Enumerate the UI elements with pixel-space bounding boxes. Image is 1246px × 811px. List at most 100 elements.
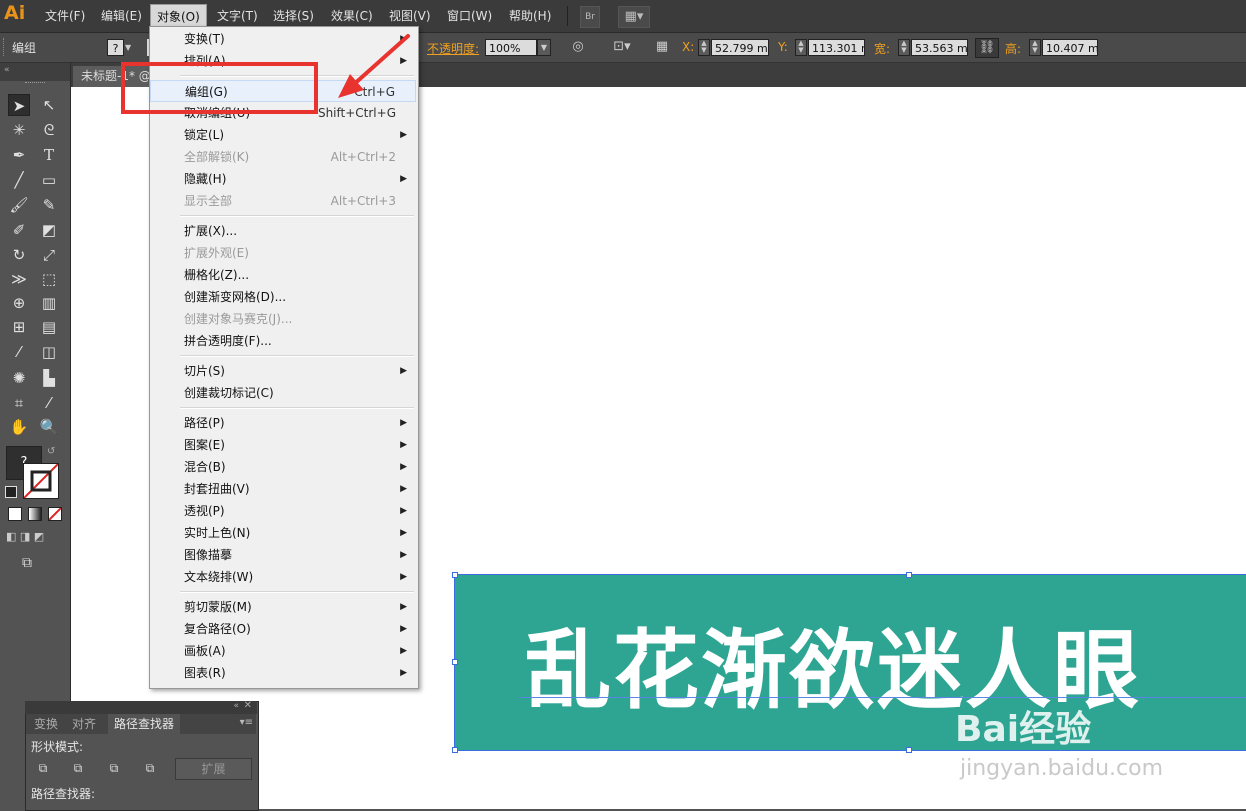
menu-file[interactable]: 文件(F) (45, 7, 85, 24)
bridge-button[interactable]: Br (580, 6, 600, 28)
menu-item-image-trace[interactable]: 图像描摹 ▶ (150, 544, 416, 566)
perspective-grid-tool-icon[interactable]: ▥ (38, 292, 60, 314)
symbol-sprayer-tool-icon[interactable]: ✺ (8, 367, 30, 389)
mesh-tool-icon[interactable]: ⊞ (8, 316, 30, 338)
x-input[interactable]: 52.799 mm (711, 39, 769, 56)
menu-item-graph[interactable]: 图表(R) ▶ (150, 662, 416, 684)
tab-transform[interactable]: 变换 (28, 714, 64, 734)
blob-brush-tool-icon[interactable]: ✐ (8, 219, 30, 241)
y-input[interactable]: 113.301 mm (808, 39, 865, 56)
close-icon[interactable]: ✕ (244, 700, 252, 711)
swap-fill-stroke-icon[interactable]: ↺ (47, 446, 55, 457)
magic-wand-tool-icon[interactable]: ✳ (8, 119, 30, 141)
menu-select[interactable]: 选择(S) (273, 7, 314, 24)
menu-item-compound-path[interactable]: 复合路径(O) ▶ (150, 618, 416, 640)
link-constrain-icon[interactable]: ⛓ (975, 38, 999, 58)
menu-item-expand[interactable]: 扩展(X)... (150, 220, 416, 242)
selection-handle[interactable] (452, 747, 458, 753)
menu-item-slice[interactable]: 切片(S) ▶ (150, 360, 416, 382)
draw-mode-icons[interactable]: ◧ ◨ ◩ (6, 530, 64, 546)
width-stepper[interactable]: ▲ ▼ (898, 39, 910, 56)
unite-icon[interactable]: ⧉ (35, 760, 51, 776)
menu-item-hide[interactable]: 隐藏(H) ▶ (150, 168, 416, 190)
stroke-swatch[interactable]: ? (107, 39, 124, 56)
hand-tool-icon[interactable]: ✋ (8, 416, 30, 438)
column-graph-tool-icon[interactable]: ▙ (38, 367, 60, 389)
exclude-icon[interactable]: ⧉ (142, 760, 158, 776)
opacity-input[interactable]: 100% (485, 39, 537, 56)
slice-tool-icon[interactable]: ⁄ (38, 392, 60, 414)
artboard-tool-icon[interactable]: ⌗ (8, 392, 30, 414)
height-input[interactable]: 10.407 mm (1042, 39, 1098, 56)
menu-help[interactable]: 帮助(H) (509, 7, 551, 24)
menu-window[interactable]: 窗口(W) (447, 7, 492, 24)
y-stepper[interactable]: ▲ ▼ (795, 39, 807, 56)
menu-item-live-paint[interactable]: 实时上色(N) ▶ (150, 522, 416, 544)
selection-handle[interactable] (906, 572, 912, 578)
intersect-icon[interactable]: ⧉ (106, 760, 122, 776)
recolor-icon[interactable]: ◎ (568, 38, 588, 56)
selection-handle[interactable] (452, 659, 458, 665)
scale-tool-icon[interactable]: ⤢ (38, 244, 60, 266)
menu-type[interactable]: 文字(T) (217, 7, 258, 24)
menu-item-pattern[interactable]: 图案(E) ▶ (150, 434, 416, 456)
selection-handle[interactable] (452, 572, 458, 578)
pen-tool-icon[interactable]: ✒ (8, 144, 30, 166)
x-stepper[interactable]: ▲ ▼ (698, 39, 710, 56)
menu-item-envelope-distort[interactable]: 封套扭曲(V) ▶ (150, 478, 416, 500)
menu-item-text-wrap[interactable]: 文本绕排(W) ▶ (150, 566, 416, 588)
workspace-switcher-icon[interactable]: ▦▾ (618, 6, 650, 28)
gradient-mode-icon[interactable] (28, 507, 42, 521)
none-mode-icon[interactable] (48, 507, 62, 521)
zoom-tool-icon[interactable]: 🔍 (38, 416, 60, 438)
direct-selection-tool-icon[interactable]: ↖ (38, 94, 60, 116)
rectangle-tool-icon[interactable]: ▭ (38, 169, 60, 191)
menu-item-artboards[interactable]: 画板(A) ▶ (150, 640, 416, 662)
minus-front-icon[interactable]: ⧉ (70, 760, 86, 776)
reference-point-icon[interactable]: ▦ (651, 38, 673, 56)
screen-mode-icon[interactable]: ⧉ (22, 555, 44, 573)
width-tool-icon[interactable]: ≫ (8, 268, 30, 290)
menu-view[interactable]: 视图(V) (389, 7, 431, 24)
selection-handle[interactable] (906, 747, 912, 753)
default-colors-icon[interactable] (5, 486, 17, 498)
menu-item-path[interactable]: 路径(P) ▶ (150, 412, 416, 434)
rotate-tool-icon[interactable]: ↻ (8, 244, 30, 266)
width-input[interactable]: 53.563 mm (911, 39, 968, 56)
stroke-swatch-icon[interactable] (23, 463, 59, 499)
type-tool-icon[interactable]: T (38, 144, 60, 166)
height-stepper[interactable]: ▲ ▼ (1029, 39, 1041, 56)
pencil-tool-icon[interactable]: ✎ (38, 194, 60, 216)
chevron-down-icon[interactable]: ▼ (125, 39, 137, 56)
menu-item-gradient-mesh[interactable]: 创建渐变网格(D)... (150, 286, 416, 308)
tab-pathfinder[interactable]: 路径查找器 (108, 714, 181, 734)
menu-edit[interactable]: 编辑(E) (101, 7, 142, 24)
eraser-tool-icon[interactable]: ◩ (38, 219, 60, 241)
expand-button[interactable]: 扩展 (175, 758, 252, 780)
menu-item-flatten-transparency[interactable]: 拼合透明度(F)... (150, 330, 416, 352)
menu-item-rasterize[interactable]: 栅格化(Z)... (150, 264, 416, 286)
collapse-icon[interactable]: « (233, 701, 239, 711)
shape-builder-tool-icon[interactable]: ⊕ (8, 292, 30, 314)
line-tool-icon[interactable]: ╱ (8, 169, 30, 191)
menu-item-blend[interactable]: 混合(B) ▶ (150, 456, 416, 478)
menu-item-perspective[interactable]: 透视(P) ▶ (150, 500, 416, 522)
eyedropper-tool-icon[interactable]: ⁄ (8, 341, 30, 363)
tab-align[interactable]: 对齐 (66, 714, 102, 734)
align-options-icon[interactable]: ⊡▾ (608, 38, 636, 56)
collapse-icon[interactable]: « (4, 65, 10, 75)
gradient-tool-icon[interactable]: ▤ (38, 316, 60, 338)
free-transform-tool-icon[interactable]: ⬚ (38, 268, 60, 290)
menu-item-crop-marks[interactable]: 创建裁切标记(C) (150, 382, 416, 404)
menu-item-lock[interactable]: 锁定(L) ▶ (150, 124, 416, 146)
opacity-dropdown-icon[interactable]: ▼ (537, 39, 551, 56)
paintbrush-tool-icon[interactable]: 🖌 (8, 194, 30, 216)
opacity-label[interactable]: 不透明度: (427, 40, 479, 57)
menu-item-clipping-mask[interactable]: 剪切蒙版(M) ▶ (150, 596, 416, 618)
panel-menu-icon[interactable]: ▾≡ (240, 717, 253, 728)
color-mode-icon[interactable] (8, 507, 22, 521)
selection-tool-icon[interactable]: ➤ (8, 94, 30, 116)
lasso-tool-icon[interactable]: ᘓ (38, 119, 60, 141)
menu-effect[interactable]: 效果(C) (331, 7, 373, 24)
blend-tool-icon[interactable]: ◫ (38, 341, 60, 363)
